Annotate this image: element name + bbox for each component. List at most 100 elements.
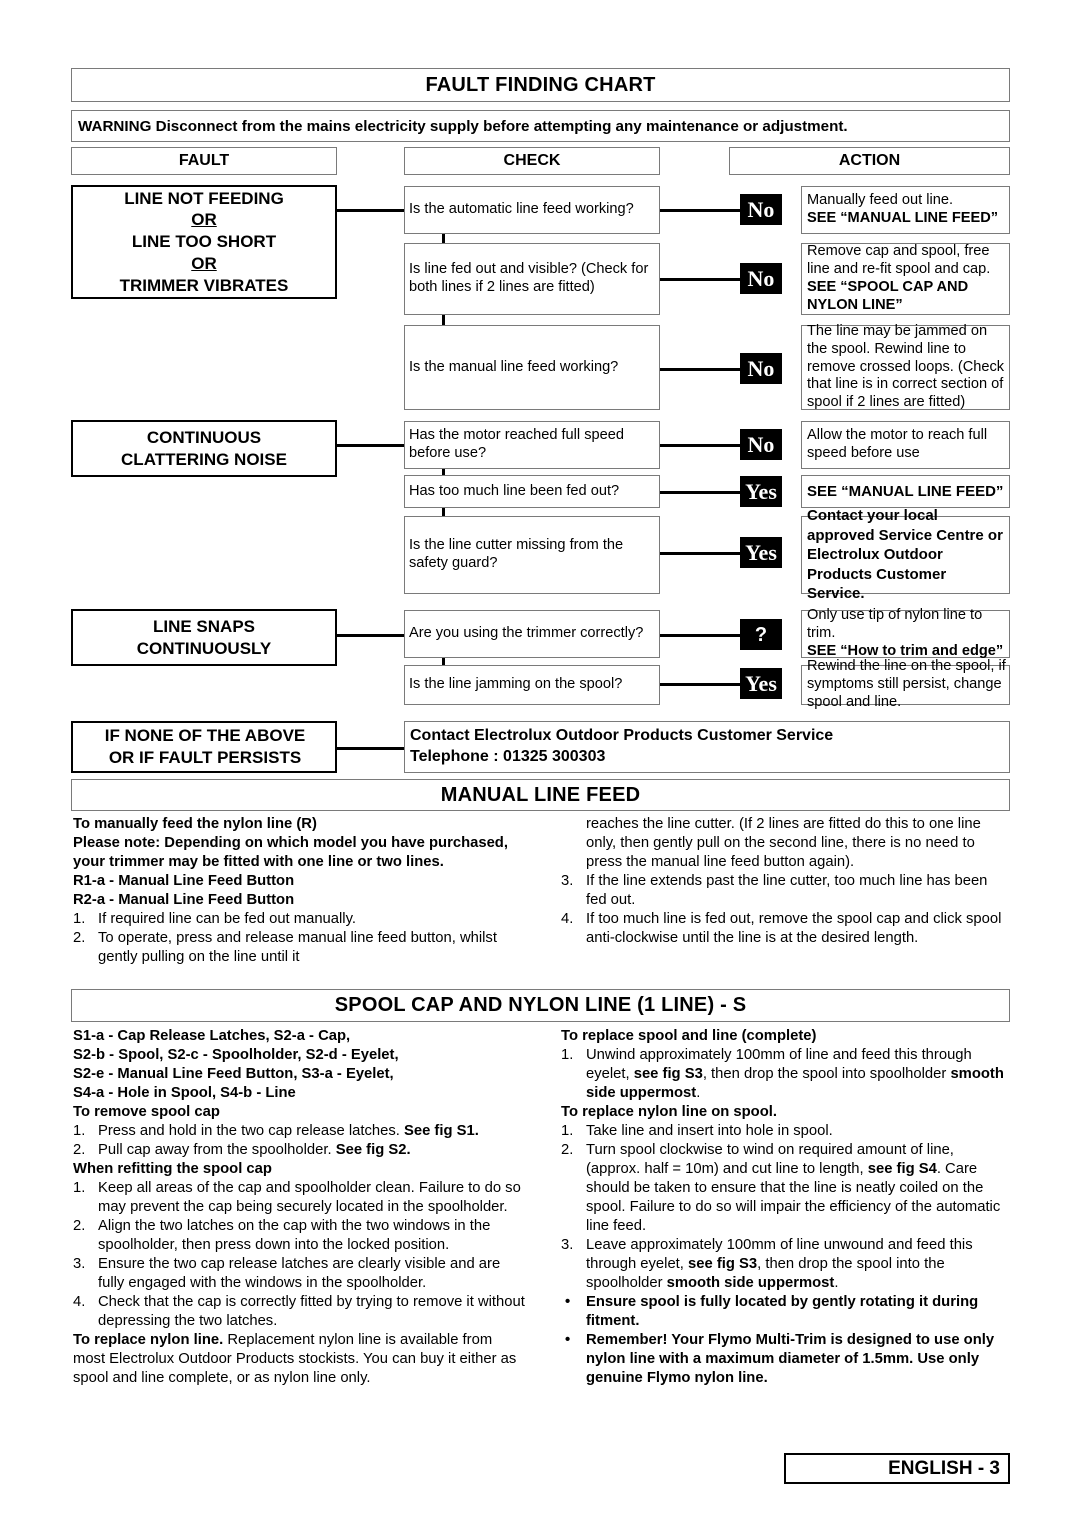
list-text: reaches the line cutter. (If 2 lines are… (586, 816, 981, 870)
list-item: 1. Unwind approximately 100mm of line an… (561, 1046, 1010, 1103)
action-box: SEE “MANUAL LINE FEED” (801, 475, 1010, 508)
list-item: 3. Ensure the two cap release latches ar… (73, 1255, 528, 1293)
list-text: Ensure the two cap release latches are c… (98, 1256, 501, 1291)
answer-badge-yes: Yes (740, 668, 782, 699)
list-item: 4. If too much line is fed out, remove t… (561, 910, 1010, 948)
fault-line: CONTINUOUSLY (136, 638, 272, 658)
fault-line: LINE SNAPS (152, 616, 256, 636)
check-box: Are you using the trimmer correctly? (404, 610, 660, 658)
fault-box-line-snaps: LINE SNAPS CONTINUOUSLY (71, 609, 337, 666)
contact-line-1: Contact Electrolux Outdoor Products Cust… (410, 727, 834, 745)
connector-line (660, 278, 740, 281)
check-box: Has too much line been fed out? (404, 475, 660, 508)
answer-badge-no: No (740, 429, 782, 460)
list-text: Press and hold in the two cap release la… (98, 1123, 479, 1139)
list-text: Check that the cap is correctly fitted b… (98, 1294, 525, 1329)
connector-line (660, 491, 740, 494)
action-box: Allow the motor to reach full speed befo… (801, 421, 1010, 469)
action-text: Only use tip of nylon line to trim. (807, 607, 983, 642)
bullet-text: Ensure spool is fully located by gently … (586, 1294, 979, 1329)
fault-line: OR (191, 253, 217, 273)
page-footer-english-3: ENGLISH - 3 (784, 1453, 1010, 1484)
action-box: Remove cap and spool, free line and re-f… (801, 243, 1010, 315)
action-box: The line may be jammed on the spool. Rew… (801, 323, 1010, 411)
list-number: 2. (561, 1142, 574, 1158)
list-number: 3. (73, 1256, 86, 1272)
action-text: The line may be jammed on the spool. Rew… (807, 323, 1005, 411)
list-item: 4. Check that the cap is correctly fitte… (73, 1293, 528, 1331)
manual-note: Please note: Depending on which model yo… (73, 835, 508, 870)
contact-line-2: Telephone : 01325 300303 (410, 748, 606, 765)
fault-box-line-not-feeding: LINE NOT FEEDING OR LINE TOO SHORT OR TR… (71, 185, 337, 299)
list-text: Align the two latches on the cap with th… (98, 1218, 491, 1253)
final-contact-box: Contact Electrolux Outdoor Products Cust… (404, 721, 1010, 773)
bullet-marker: • (565, 1294, 571, 1310)
action-box: Only use tip of nylon line to trim. SEE … (801, 607, 1010, 659)
list-text: Turn spool clockwise to wind on required… (586, 1142, 1001, 1234)
fault-box-clattering-noise: CONTINUOUS CLATTERING NOISE (71, 420, 337, 477)
bullet-item: • Remember! Your Flymo Multi-Trim is des… (561, 1331, 1010, 1388)
answer-badge-no: No (740, 194, 782, 225)
check-box: Has the motor reached full speed before … (404, 421, 660, 469)
bullet-marker: • (565, 1332, 571, 1348)
fault-line: LINE NOT FEEDING (124, 188, 284, 208)
action-box: Manually feed out line. SEE “MANUAL LINE… (801, 186, 1010, 234)
answer-badge-no: No (740, 353, 782, 384)
action-box: Rewind the line on the spool, if symptom… (801, 658, 1010, 710)
check-box: Is line fed out and visible? (Check for … (404, 243, 660, 315)
bullet-text: Remember! Your Flymo Multi-Trim is desig… (586, 1332, 995, 1386)
check-box: Is the line jamming on the spool? (404, 665, 660, 705)
warning-bar: WARNING Disconnect from the mains electr… (71, 110, 1010, 142)
action-text-bold: SEE “SPOOL CAP AND NYLON LINE” (807, 279, 969, 313)
bullet-item: • Ensure spool is fully located by gentl… (561, 1293, 1010, 1331)
action-text: Manually feed out line. (807, 192, 954, 209)
list-number: 3. (561, 873, 574, 889)
manual-line-feed-right-column: reaches the line cutter. (If 2 lines are… (561, 815, 1010, 948)
manual-ref-r1a: R1-a - Manual Line Feed Button (73, 873, 295, 889)
list-item: 1. Take line and insert into hole in spo… (561, 1122, 1010, 1141)
list-number: 1. (73, 1123, 86, 1139)
legend-line: S4-a - Hole in Spool, S4-b - Line (73, 1085, 296, 1101)
manual-line-feed-left-column: To manually feed the nylon line (R) Plea… (73, 815, 528, 967)
list-item: 1. Keep all areas of the cap and spoolho… (73, 1179, 528, 1217)
legend-line: S2-b - Spool, S2-c - Spoolholder, S2-d -… (73, 1047, 399, 1063)
fault-line: CONTINUOUS (146, 427, 262, 447)
connector-line (660, 209, 740, 212)
section-heading-replace-nylon-line-on-spool: To replace nylon line on spool. (561, 1104, 777, 1120)
spool-cap-left-column: S1-a - Cap Release Latches, S2-a - Cap, … (73, 1027, 528, 1388)
list-text: If required line can be fed out manually… (98, 911, 357, 927)
action-text: Allow the motor to reach full speed befo… (807, 427, 988, 461)
list-number: 2. (73, 1142, 86, 1158)
list-number: 1. (561, 1047, 574, 1063)
list-text: To operate, press and release manual lin… (98, 930, 497, 965)
section-heading-remove-spool-cap: To remove spool cap (73, 1104, 220, 1120)
section-heading-refitting-spool-cap: When refitting the spool cap (73, 1161, 272, 1177)
answer-badge-yes: Yes (740, 537, 782, 568)
legend-line: S1-a - Cap Release Latches, S2-a - Cap, (73, 1028, 351, 1044)
fault-line: IF NONE OF THE ABOVE (104, 726, 306, 746)
list-item: 2. Pull cap away from the spoolholder. S… (73, 1141, 528, 1160)
manual-ref-r2a: R2-a - Manual Line Feed Button (73, 892, 295, 908)
connector-line (660, 683, 740, 686)
action-text: Remove cap and spool, free line and re-f… (807, 243, 991, 278)
connector-line (337, 747, 410, 750)
column-header-check: CHECK (404, 147, 660, 175)
list-item: 2. Turn spool clockwise to wind on requi… (561, 1141, 1010, 1236)
list-item-continuation: reaches the line cutter. (If 2 lines are… (561, 815, 1010, 872)
list-text: If too much line is fed out, remove the … (586, 911, 1002, 946)
replace-nylon-line-paragraph: To replace nylon line. Replacement nylon… (73, 1332, 517, 1386)
list-item: 3. If the line extends past the line cut… (561, 872, 1010, 910)
manual-heading: To manually feed the nylon line (R) (73, 816, 317, 832)
list-text: Take line and insert into hole in spool. (586, 1123, 833, 1139)
list-number: 3. (561, 1237, 574, 1253)
document-page: FAULT FINDING CHART WARNING Disconnect f… (71, 0, 1010, 1529)
list-item: 2. To operate, press and release manual … (73, 929, 528, 967)
connector-line (660, 444, 740, 447)
column-header-fault: FAULT (71, 147, 337, 175)
list-number: 1. (73, 1180, 86, 1196)
spool-cap-right-column: To replace spool and line (complete) 1. … (561, 1027, 1010, 1388)
answer-badge-question: ? (740, 619, 782, 650)
action-text-bold: SEE “MANUAL LINE FEED” (807, 210, 999, 226)
list-number: 1. (73, 911, 86, 927)
answer-badge-yes: Yes (740, 476, 782, 507)
